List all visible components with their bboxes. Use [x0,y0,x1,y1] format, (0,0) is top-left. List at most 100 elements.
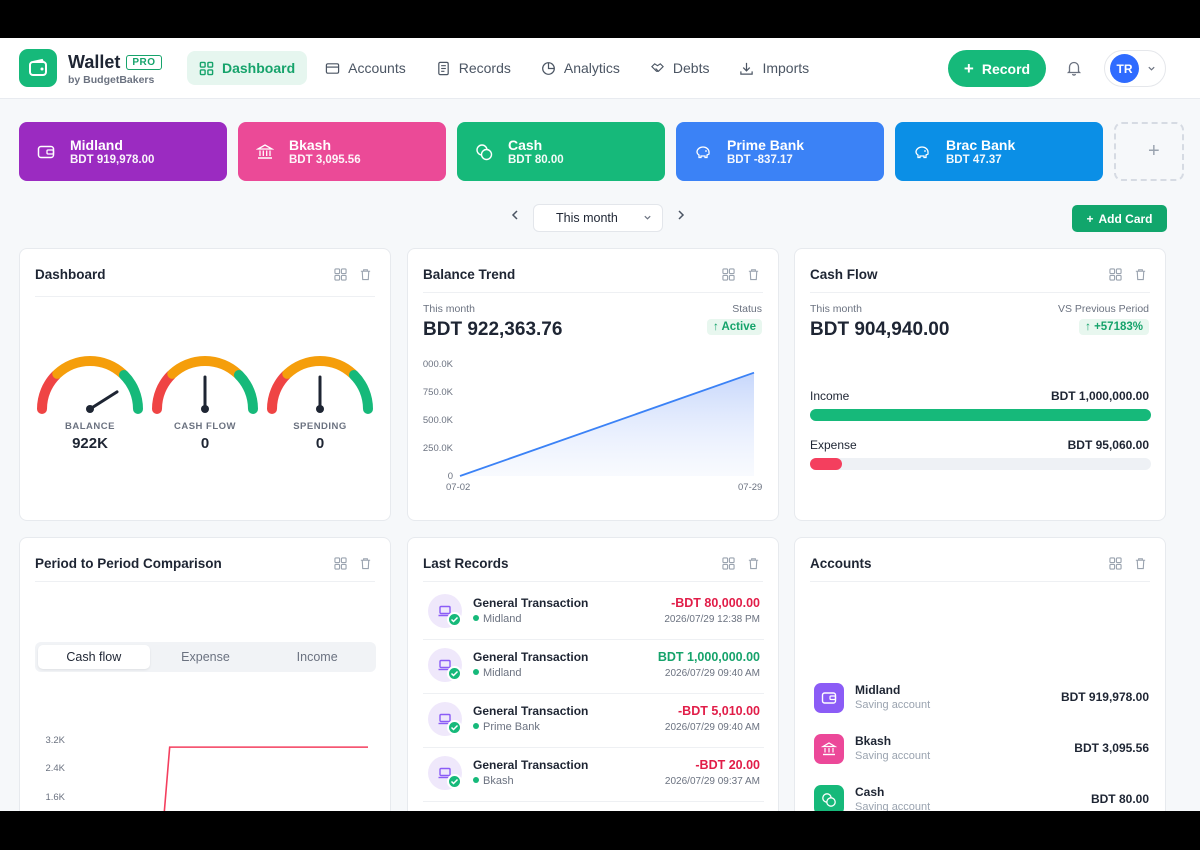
nav-label: Debts [672,60,710,76]
account-row[interactable]: Cash Saving account BDT 80.00 [810,781,1151,811]
account-card-midland[interactable]: Midland BDT 919,978.00 [19,122,227,181]
account-card-brac-bank[interactable]: Brac Bank BDT 47.37 [895,122,1103,181]
account-card-prime-bank[interactable]: Prime Bank BDT -837.17 [676,122,884,181]
add-record-button[interactable]: + Record [948,50,1046,87]
check-icon [447,666,462,681]
grid-icon[interactable] [722,557,735,570]
grid-icon[interactable] [334,557,347,570]
check-icon [447,774,462,789]
check-icon [447,720,462,735]
account-type: Saving account [855,699,931,711]
account-name: Midland [70,137,123,153]
user-menu[interactable]: TR [1104,50,1166,87]
x-tick-label: 07-29 [738,482,762,493]
comparison-line [163,746,368,811]
account-type: Saving account [855,750,931,762]
record-row[interactable]: General Transaction Midland BDT 1,000,000.… [423,640,764,694]
chevron-down-icon [1148,66,1155,71]
period-select[interactable]: This month [533,204,663,232]
previous-period-button[interactable] [510,208,520,226]
account-balance: BDT 80.00 [1090,792,1149,806]
record-account-name: Midland [483,667,522,679]
trash-icon[interactable] [1134,557,1147,570]
grid-icon[interactable] [334,268,347,281]
download-icon [740,62,754,75]
plus-icon: + [963,59,974,78]
tab-expense[interactable]: Expense [150,645,262,669]
change-badge: ↑ +57183% [1079,319,1149,335]
account-row[interactable]: Bkash Saving account BDT 3,095.56 [810,730,1151,770]
add-account-button[interactable]: + [1114,122,1184,181]
record-amount: -BDT 20.00 [695,758,760,772]
wallet-logo-icon[interactable] [19,49,57,87]
trash-icon[interactable] [747,268,760,281]
nav-label: Accounts [348,60,406,76]
trash-icon[interactable] [359,268,372,281]
chevron-left-icon [511,210,518,220]
grid-icon[interactable] [1109,557,1122,570]
record-row[interactable]: General Transaction Bkash -BDT 20.00 2026/0… [423,748,764,802]
cash-flow-widget: Cash Flow This month VS Previous Period … [794,248,1166,521]
chevron-right-icon [678,210,685,220]
account-balance: BDT 80.00 [508,154,564,166]
compare-label: VS Previous Period [1057,303,1149,315]
account-balance: BDT 3,095.56 [1074,741,1149,755]
account-card-cash[interactable]: Cash BDT 80.00 [457,122,665,181]
record-title: General Transaction [473,758,589,772]
record-row[interactable]: General Transaction Prime Bank -BDT 5,010.… [423,694,764,748]
handshake-icon [650,62,664,72]
record-row[interactable]: General Transaction Midland -BDT 80,000.00… [423,586,764,640]
gauge-arc [233,370,258,414]
account-name: Midland [855,683,901,697]
divider [810,581,1150,582]
y-tick-label: 250.0K [423,443,454,454]
account-balance: BDT 47.37 [946,154,1002,166]
gauge-arc [167,356,243,379]
account-row[interactable]: Midland Saving account BDT 919,978.00 [810,679,1151,719]
nav-dashboard[interactable]: Dashboard [187,51,308,85]
divider [423,292,763,293]
account-name: Bkash [855,734,892,748]
account-card-bkash[interactable]: Bkash BDT 3,095.56 [238,122,446,181]
pro-badge: PRO [126,55,162,70]
record-account: Prime Bank [473,721,540,733]
account-balance: BDT -837.17 [727,154,793,166]
gauge-arc [267,370,292,414]
record-account: Midland [473,667,522,679]
account-name: Prime Bank [727,137,805,153]
expense-value: BDT 95,060.00 [1067,438,1149,452]
income-value: BDT 1,000,000.00 [1050,389,1149,403]
nav-debts[interactable]: Debts [638,51,722,85]
expense-label: Expense [810,438,857,452]
widget-tools [1109,268,1147,281]
tab-income[interactable]: Income [261,645,373,669]
tab-cash-flow[interactable]: Cash flow [38,645,150,669]
expense-bar-track [810,458,1151,470]
gauge-arc [282,356,358,379]
record-title: General Transaction [473,704,589,718]
divider [35,296,375,297]
nav-imports[interactable]: Imports [727,51,821,85]
nav-records[interactable]: Records [424,51,523,85]
wallet-icon [37,145,55,159]
trash-icon[interactable] [747,557,760,570]
trash-icon[interactable] [1134,268,1147,281]
trash-icon[interactable] [359,557,372,570]
next-period-button[interactable] [676,208,686,226]
piggy-bank-icon [915,146,929,159]
divider [35,581,375,582]
record-account: Midland [473,613,522,625]
nav-accounts[interactable]: Accounts [313,51,418,85]
divider [810,292,1150,293]
grid-icon[interactable] [722,268,735,281]
add-card-button[interactable]: + Add Card [1072,205,1167,232]
grid-icon[interactable] [1109,268,1122,281]
y-tick-label: 1.6K [45,792,65,803]
widget-title: Dashboard [35,267,106,282]
card-icon [325,62,340,74]
brand: Wallet PRO by BudgetBakers [68,52,162,86]
account-balance: BDT 919,978.00 [70,154,155,166]
notification-bell-icon[interactable] [1065,59,1083,77]
gauge-value-cash-flow: 0 [200,435,210,452]
nav-analytics[interactable]: Analytics [529,51,632,85]
